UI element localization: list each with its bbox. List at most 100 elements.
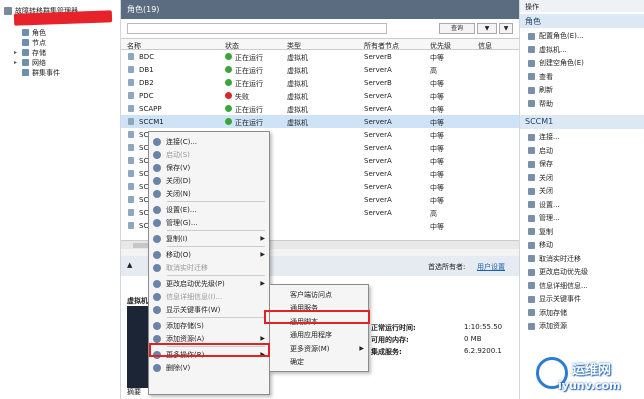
cell-owner: ServerA	[364, 144, 392, 152]
context-menu-item[interactable]: 删除(V)	[149, 361, 269, 374]
menu-item-label: 删除(V)	[166, 363, 191, 372]
context-menu-item[interactable]: 管理(G)...	[149, 216, 269, 229]
action-item[interactable]: 关闭	[528, 185, 638, 197]
action-item[interactable]: 管理...	[528, 212, 638, 224]
cell-owner: ServerA	[364, 131, 392, 139]
submenu-item[interactable]: 客户端访问点	[270, 288, 368, 301]
cell-priority: 中等	[430, 184, 444, 192]
table-row[interactable]: PDC 失败 虚拟机 ServerA 中等	[121, 89, 519, 102]
menu-item-label: 显示关键事件(W)	[166, 305, 221, 314]
action-item[interactable]: 帮助	[528, 98, 638, 110]
action-item[interactable]: 保存	[528, 158, 638, 170]
context-menu-item[interactable]: 显示关键事件(W)	[149, 303, 269, 316]
action-label: 启动	[539, 146, 553, 155]
submenu-item[interactable]: 通用应用程序	[270, 329, 368, 342]
action-item[interactable]: 复制	[528, 226, 638, 238]
expand-icon[interactable]: ▸	[14, 49, 19, 56]
cell-priority: 中等	[430, 106, 444, 114]
submenu-arrow-icon: ▶	[359, 345, 364, 352]
action-item[interactable]: 添加存储	[528, 307, 638, 319]
menu-item-icon	[153, 205, 161, 214]
vm-icon	[128, 183, 134, 190]
tree-item-cluster-events[interactable]: 群集事件	[14, 68, 60, 77]
menu-item-label: 信息详细信息(I)...	[166, 292, 223, 301]
context-menu-item[interactable]: 添加存储(S)	[149, 319, 269, 332]
menu-item-icon	[153, 189, 161, 198]
table-row[interactable]: DB1 正在运行 虚拟机 ServerA 高	[121, 63, 519, 76]
cell-name: PDC	[139, 92, 154, 100]
expand-filter-button[interactable]: ▼	[499, 23, 513, 34]
cell-status: 正在运行	[235, 67, 263, 75]
context-menu-item[interactable]: 连接(C)...	[149, 135, 269, 148]
cluster-manager-icon	[4, 7, 12, 15]
action-label: 刷新	[539, 86, 553, 94]
action-item[interactable]: 设置...	[528, 199, 638, 211]
action-item[interactable]: 创建空角色(E)	[528, 57, 638, 69]
menu-item-icon	[153, 321, 161, 330]
context-menu-item[interactable]: 设置(E)...	[149, 203, 269, 216]
action-item[interactable]: 显示关键事件	[528, 293, 638, 305]
tab-summary[interactable]: 摘要	[127, 387, 141, 397]
expand-icon[interactable]: ▸	[14, 59, 19, 66]
context-menu-item[interactable]: 信息详细信息(I)...	[149, 290, 269, 303]
cell-owner: ServerA	[364, 92, 392, 100]
action-item[interactable]: 信息详细信息...	[528, 280, 638, 292]
actions-header: 操作	[520, 0, 644, 12]
context-menu-item[interactable]: 保存(V)	[149, 161, 269, 174]
uptime-label: 正常运行时间:	[371, 324, 416, 332]
action-icon	[528, 282, 535, 289]
highlight-generic-script	[264, 310, 370, 324]
save-query-button[interactable]: ▼	[477, 23, 497, 34]
action-item[interactable]: 虚拟机...	[528, 44, 638, 56]
action-icon	[528, 59, 535, 67]
cell-owner: ServerB	[364, 53, 392, 61]
context-menu-item[interactable]: 关闭(D)	[149, 174, 269, 187]
running-status-icon	[225, 118, 232, 125]
action-item[interactable]: 刷新	[528, 84, 638, 96]
running-status-icon	[225, 53, 232, 60]
action-item[interactable]: 更改启动优先级	[528, 266, 638, 278]
action-icon	[528, 228, 535, 235]
action-icon	[528, 174, 535, 181]
actions-section-header[interactable]: SCCM1	[520, 115, 644, 129]
cell-priority: 高	[430, 210, 437, 218]
menu-item-label: 取消实时迁移	[166, 263, 208, 272]
action-item[interactable]: 移动	[528, 239, 638, 251]
actions-section-header[interactable]: 角色	[520, 14, 644, 28]
table-row[interactable]: BDC 正在运行 虚拟机 ServerB 中等	[121, 50, 519, 63]
action-item[interactable]: 查看	[528, 71, 638, 83]
action-item[interactable]: 启动	[528, 145, 638, 157]
action-item[interactable]: 连接...	[528, 131, 638, 143]
submenu-item[interactable]: 更多资源(M) ▶	[270, 342, 368, 355]
context-menu-item[interactable]: 复制(I) ▶	[149, 232, 269, 245]
context-menu-item[interactable]: 关闭(N)	[149, 187, 269, 200]
query-button[interactable]: 查询	[439, 23, 475, 34]
menu-item-label: 启动(S)	[166, 150, 190, 159]
vm-icon	[128, 144, 134, 151]
tree-item-networks[interactable]: ▸ 网络	[14, 58, 46, 67]
context-menu-item[interactable]: 移动(O) ▶	[149, 248, 269, 261]
menu-item-label: 管理(G)...	[166, 218, 198, 227]
action-item[interactable]: 添加资源	[528, 320, 638, 332]
preferred-owner-label: 首选所有者:	[428, 263, 466, 271]
tree-item-storage[interactable]: ▸ 存储	[14, 48, 46, 57]
menu-separator	[167, 230, 265, 231]
action-icon	[528, 46, 535, 53]
action-item[interactable]: 关闭	[528, 172, 638, 184]
tree-item-roles[interactable]: 角色	[14, 28, 46, 37]
tree-item-nodes[interactable]: 节点	[14, 38, 46, 47]
table-row[interactable]: SCAPP 正在运行 虚拟机 ServerA 中等	[121, 102, 519, 115]
context-menu-item[interactable]: 更改启动优先级(P) ▶	[149, 277, 269, 290]
filter-input[interactable]	[127, 23, 387, 34]
submenu-item[interactable]: 确定	[270, 356, 368, 369]
grid-header: 名称 状态 类型 所有者节点 优先级 信息	[121, 39, 519, 50]
action-item[interactable]: 取消实时迁移	[528, 253, 638, 265]
nodes-icon	[22, 39, 29, 46]
table-row[interactable]: DB2 正在运行 虚拟机 ServerB 中等	[121, 76, 519, 89]
context-menu-item[interactable]: 启动(S)	[149, 148, 269, 161]
preferred-owner-link[interactable]: 用户设置	[477, 262, 505, 272]
action-item[interactable]: 配置角色(E)...	[528, 30, 638, 42]
context-menu-item[interactable]: 取消实时迁移	[149, 261, 269, 274]
collapse-icon[interactable]: ▲	[127, 261, 132, 269]
table-row[interactable]: SCCM1 正在运行 虚拟机 ServerA 中等	[121, 115, 519, 128]
